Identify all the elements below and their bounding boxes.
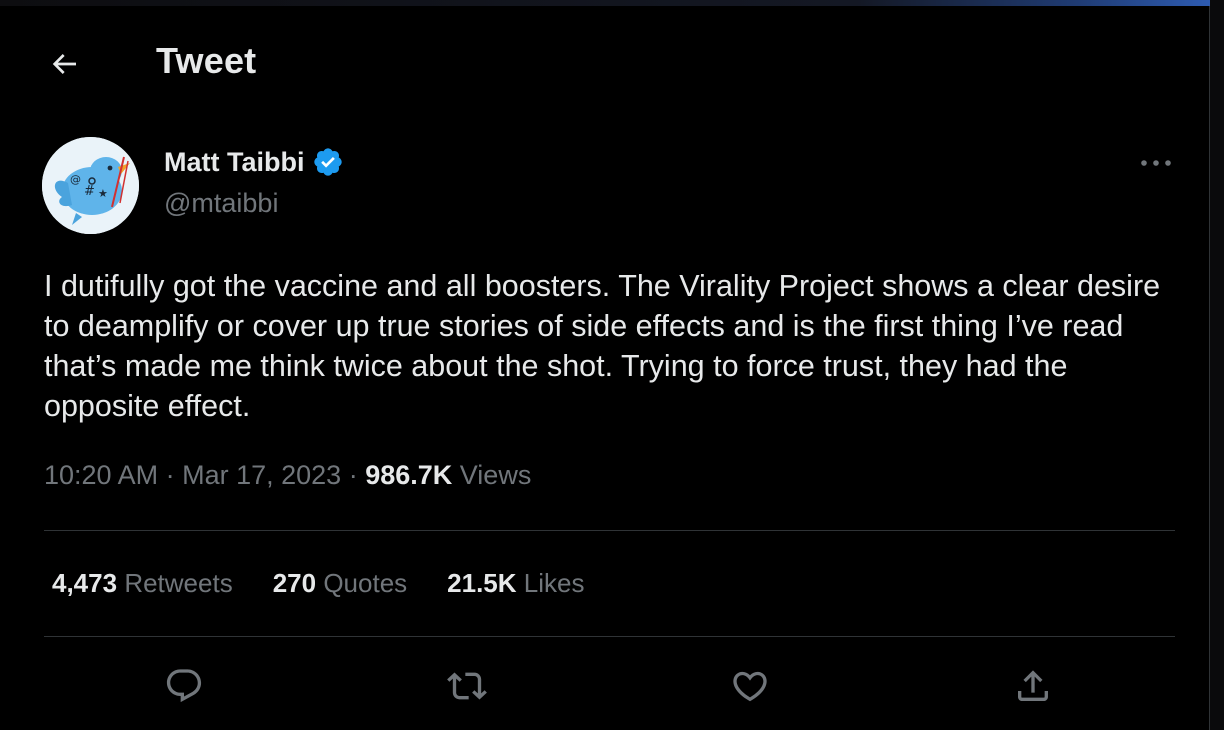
- tweet-time[interactable]: 10:20 AM: [44, 460, 158, 490]
- page-title: Tweet: [156, 40, 257, 81]
- share-icon: [1018, 670, 1048, 701]
- retweet-icon: [447, 672, 487, 700]
- likes-stat[interactable]: 21.5K Likes: [447, 568, 584, 599]
- tweet-metadata: 10:20 AM · Mar 17, 2023 · 986.7K Views: [44, 460, 531, 491]
- svg-text:@: @: [70, 173, 81, 186]
- verified-badge-icon: [312, 146, 344, 178]
- retweets-stat[interactable]: 4,473 Retweets: [52, 568, 233, 599]
- quotes-count: 270: [272, 568, 317, 598]
- author-name[interactable]: Matt Taibbi: [164, 147, 304, 178]
- meta-separator: ·: [158, 460, 183, 490]
- quotes-label: Quotes: [323, 568, 408, 598]
- retweet-button[interactable]: [443, 662, 491, 710]
- views-count[interactable]: 986.7K: [365, 460, 452, 490]
- meta-separator-2: ·: [341, 460, 366, 490]
- likes-count: 21.5K: [447, 568, 517, 598]
- like-button[interactable]: [726, 662, 774, 710]
- reply-button[interactable]: [160, 662, 208, 710]
- share-button[interactable]: [1009, 662, 1057, 710]
- window-top-strip: [0, 0, 1224, 6]
- quotes-stat[interactable]: 270 Quotes: [273, 568, 407, 599]
- more-options-button[interactable]: [1134, 150, 1178, 176]
- retweets-label: Retweets: [124, 568, 233, 598]
- arrow-left-icon: [52, 54, 76, 74]
- tweet-detail-window: Tweet @ # ★ Matt Taibbi @mtaibbi I dutif…: [0, 0, 1210, 730]
- svg-text:#: #: [84, 184, 95, 199]
- reply-icon: [166, 669, 202, 703]
- header: Tweet: [0, 32, 1200, 94]
- back-button[interactable]: [44, 44, 84, 84]
- avatar-bird-image: @ # ★: [42, 137, 139, 234]
- views-label: Views: [459, 460, 532, 490]
- retweets-count: 4,473: [52, 568, 118, 598]
- author-name-row[interactable]: Matt Taibbi: [164, 146, 344, 178]
- author-handle[interactable]: @mtaibbi: [164, 188, 278, 219]
- tweet-date[interactable]: Mar 17, 2023: [182, 460, 341, 490]
- avatar[interactable]: @ # ★: [42, 137, 139, 234]
- heart-icon: [733, 671, 767, 702]
- divider-bottom: [44, 636, 1175, 637]
- engagement-stats: 4,473 Retweets 270 Quotes 21.5K Likes: [52, 568, 584, 599]
- tweet-text: I dutifully got the vaccine and all boos…: [44, 269, 1161, 423]
- svg-text:★: ★: [98, 187, 108, 200]
- window-right-edge: [1210, 0, 1224, 730]
- more-horizontal-icon: [1141, 160, 1171, 166]
- likes-label: Likes: [523, 568, 585, 598]
- action-bar: [0, 662, 1210, 710]
- divider-top: [44, 530, 1175, 531]
